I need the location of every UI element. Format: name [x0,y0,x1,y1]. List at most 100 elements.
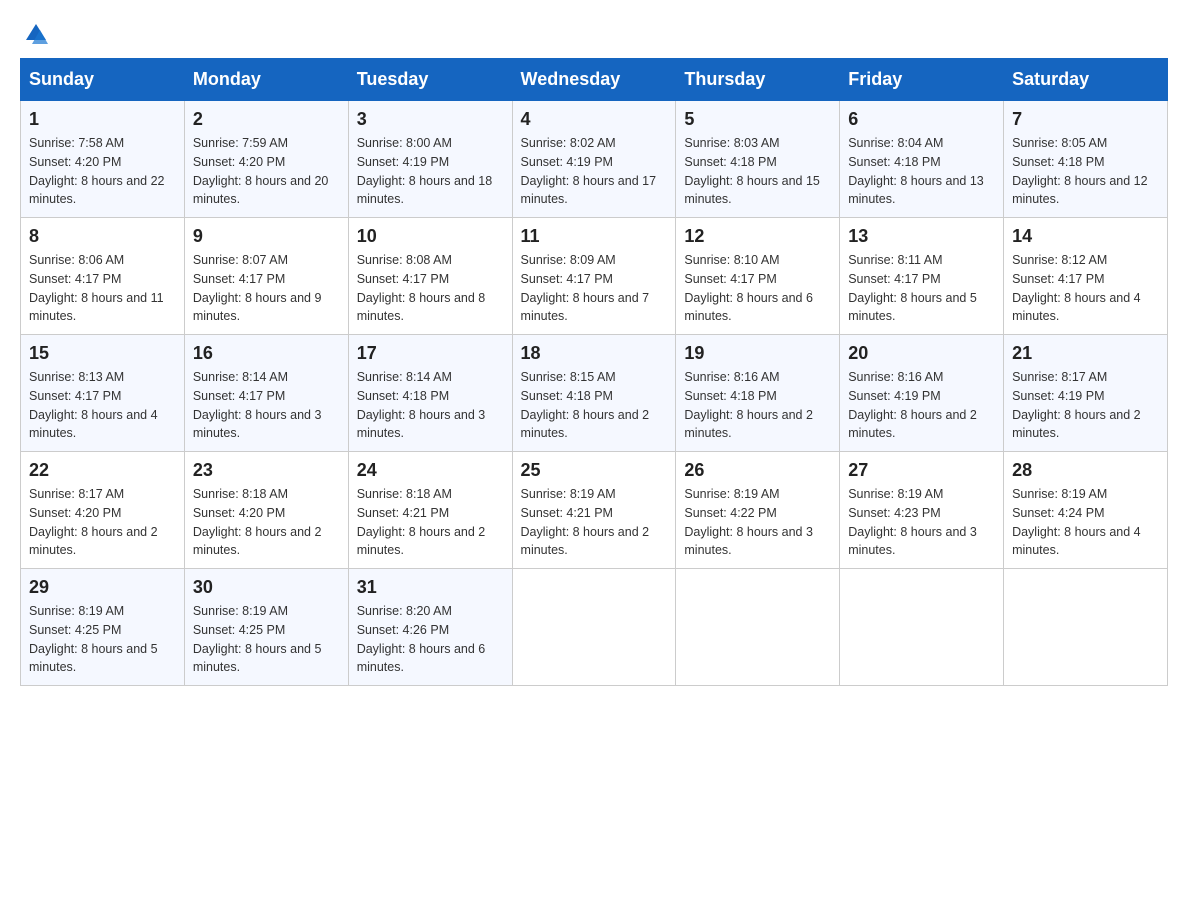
day-number: 14 [1012,226,1159,247]
day-info: Sunrise: 8:19 AMSunset: 4:22 PMDaylight:… [684,485,831,560]
calendar-day-cell: 29Sunrise: 8:19 AMSunset: 4:25 PMDayligh… [21,569,185,686]
calendar-week-row: 8Sunrise: 8:06 AMSunset: 4:17 PMDaylight… [21,218,1168,335]
day-info: Sunrise: 8:10 AMSunset: 4:17 PMDaylight:… [684,251,831,326]
calendar-day-cell: 6 Sunrise: 8:04 AMSunset: 4:18 PMDaylight… [840,101,1004,218]
day-number: 7 [1012,109,1159,130]
calendar-day-cell: 3 Sunrise: 8:00 AMSunset: 4:19 PMDaylight… [348,101,512,218]
day-info: Sunrise: 8:06 AMSunset: 4:17 PMDaylight:… [29,251,176,326]
day-info: Sunrise: 8:19 AMSunset: 4:25 PMDaylight:… [193,602,340,677]
day-info: Sunrise: 8:19 AMSunset: 4:25 PMDaylight:… [29,602,176,677]
calendar-day-cell: 16 Sunrise: 8:14 AMSunset: 4:17 PMDayligh… [184,335,348,452]
day-info: Sunrise: 8:13 AMSunset: 4:17 PMDaylight:… [29,368,176,443]
calendar-day-cell: 27Sunrise: 8:19 AMSunset: 4:23 PMDayligh… [840,452,1004,569]
day-of-week-header: Wednesday [512,59,676,101]
day-number: 1 [29,109,176,130]
calendar-day-cell: 30 Sunrise: 8:19 AMSunset: 4:25 PMDayligh… [184,569,348,686]
day-info: Sunrise: 8:04 AMSunset: 4:18 PMDaylight:… [848,134,995,209]
day-number: 23 [193,460,340,481]
calendar-day-cell: 20 Sunrise: 8:16 AMSunset: 4:19 PMDayligh… [840,335,1004,452]
day-info: Sunrise: 8:02 AMSunset: 4:19 PMDaylight:… [521,134,668,209]
day-of-week-header: Tuesday [348,59,512,101]
calendar-week-row: 22 Sunrise: 8:17 AMSunset: 4:20 PMDayligh… [21,452,1168,569]
day-info: Sunrise: 8:17 AMSunset: 4:19 PMDaylight:… [1012,368,1159,443]
calendar-week-row: 29Sunrise: 8:19 AMSunset: 4:25 PMDayligh… [21,569,1168,686]
day-info: Sunrise: 8:09 AMSunset: 4:17 PMDaylight:… [521,251,668,326]
day-of-week-header: Sunday [21,59,185,101]
day-info: Sunrise: 8:19 AMSunset: 4:23 PMDaylight:… [848,485,995,560]
calendar-day-cell [512,569,676,686]
calendar-day-cell: 18 Sunrise: 8:15 AMSunset: 4:18 PMDayligh… [512,335,676,452]
day-number: 20 [848,343,995,364]
day-number: 24 [357,460,504,481]
calendar-day-cell: 21 Sunrise: 8:17 AMSunset: 4:19 PMDayligh… [1004,335,1168,452]
day-info: Sunrise: 8:05 AMSunset: 4:18 PMDaylight:… [1012,134,1159,209]
calendar-header-row: SundayMondayTuesdayWednesdayThursdayFrid… [21,59,1168,101]
day-number: 10 [357,226,504,247]
day-of-week-header: Thursday [676,59,840,101]
calendar-day-cell: 31 Sunrise: 8:20 AMSunset: 4:26 PMDayligh… [348,569,512,686]
day-number: 4 [521,109,668,130]
day-number: 28 [1012,460,1159,481]
page-header [20,20,1168,48]
day-number: 3 [357,109,504,130]
day-info: Sunrise: 8:18 AMSunset: 4:21 PMDaylight:… [357,485,504,560]
logo-icon [22,20,50,48]
day-info: Sunrise: 7:59 AMSunset: 4:20 PMDaylight:… [193,134,340,209]
day-number: 9 [193,226,340,247]
calendar-table: SundayMondayTuesdayWednesdayThursdayFrid… [20,58,1168,686]
day-number: 5 [684,109,831,130]
calendar-day-cell: 9 Sunrise: 8:07 AMSunset: 4:17 PMDaylight… [184,218,348,335]
calendar-day-cell: 25Sunrise: 8:19 AMSunset: 4:21 PMDayligh… [512,452,676,569]
day-number: 18 [521,343,668,364]
calendar-day-cell: 19 Sunrise: 8:16 AMSunset: 4:18 PMDayligh… [676,335,840,452]
day-number: 6 [848,109,995,130]
day-info: Sunrise: 8:19 AMSunset: 4:24 PMDaylight:… [1012,485,1159,560]
calendar-day-cell: 22 Sunrise: 8:17 AMSunset: 4:20 PMDayligh… [21,452,185,569]
day-number: 19 [684,343,831,364]
day-number: 11 [521,226,668,247]
day-of-week-header: Saturday [1004,59,1168,101]
day-number: 12 [684,226,831,247]
day-number: 17 [357,343,504,364]
day-info: Sunrise: 8:20 AMSunset: 4:26 PMDaylight:… [357,602,504,677]
day-info: Sunrise: 8:18 AMSunset: 4:20 PMDaylight:… [193,485,340,560]
day-info: Sunrise: 8:15 AMSunset: 4:18 PMDaylight:… [521,368,668,443]
day-number: 31 [357,577,504,598]
day-number: 30 [193,577,340,598]
calendar-day-cell: 13 Sunrise: 8:11 AMSunset: 4:17 PMDayligh… [840,218,1004,335]
calendar-day-cell: 2 Sunrise: 7:59 AMSunset: 4:20 PMDaylight… [184,101,348,218]
day-info: Sunrise: 8:03 AMSunset: 4:18 PMDaylight:… [684,134,831,209]
day-number: 22 [29,460,176,481]
calendar-day-cell: 5 Sunrise: 8:03 AMSunset: 4:18 PMDaylight… [676,101,840,218]
day-info: Sunrise: 8:00 AMSunset: 4:19 PMDaylight:… [357,134,504,209]
calendar-day-cell: 23 Sunrise: 8:18 AMSunset: 4:20 PMDayligh… [184,452,348,569]
day-number: 13 [848,226,995,247]
calendar-day-cell [840,569,1004,686]
calendar-day-cell: 15 Sunrise: 8:13 AMSunset: 4:17 PMDayligh… [21,335,185,452]
calendar-day-cell: 7 Sunrise: 8:05 AMSunset: 4:18 PMDaylight… [1004,101,1168,218]
day-info: Sunrise: 8:11 AMSunset: 4:17 PMDaylight:… [848,251,995,326]
day-of-week-header: Monday [184,59,348,101]
day-info: Sunrise: 8:12 AMSunset: 4:17 PMDaylight:… [1012,251,1159,326]
day-number: 26 [684,460,831,481]
calendar-day-cell: 26 Sunrise: 8:19 AMSunset: 4:22 PMDayligh… [676,452,840,569]
day-number: 16 [193,343,340,364]
day-number: 2 [193,109,340,130]
calendar-day-cell: 11 Sunrise: 8:09 AMSunset: 4:17 PMDayligh… [512,218,676,335]
day-info: Sunrise: 8:08 AMSunset: 4:17 PMDaylight:… [357,251,504,326]
day-number: 21 [1012,343,1159,364]
day-info: Sunrise: 8:07 AMSunset: 4:17 PMDaylight:… [193,251,340,326]
day-info: Sunrise: 8:14 AMSunset: 4:17 PMDaylight:… [193,368,340,443]
calendar-day-cell: 8Sunrise: 8:06 AMSunset: 4:17 PMDaylight… [21,218,185,335]
day-info: Sunrise: 8:16 AMSunset: 4:19 PMDaylight:… [848,368,995,443]
day-number: 15 [29,343,176,364]
calendar-day-cell: 10 Sunrise: 8:08 AMSunset: 4:17 PMDayligh… [348,218,512,335]
calendar-day-cell [676,569,840,686]
day-info: Sunrise: 8:19 AMSunset: 4:21 PMDaylight:… [521,485,668,560]
logo [20,20,52,48]
day-info: Sunrise: 8:16 AMSunset: 4:18 PMDaylight:… [684,368,831,443]
calendar-week-row: 15 Sunrise: 8:13 AMSunset: 4:17 PMDayligh… [21,335,1168,452]
calendar-week-row: 1Sunrise: 7:58 AMSunset: 4:20 PMDaylight… [21,101,1168,218]
calendar-day-cell: 24 Sunrise: 8:18 AMSunset: 4:21 PMDayligh… [348,452,512,569]
day-info: Sunrise: 8:17 AMSunset: 4:20 PMDaylight:… [29,485,176,560]
